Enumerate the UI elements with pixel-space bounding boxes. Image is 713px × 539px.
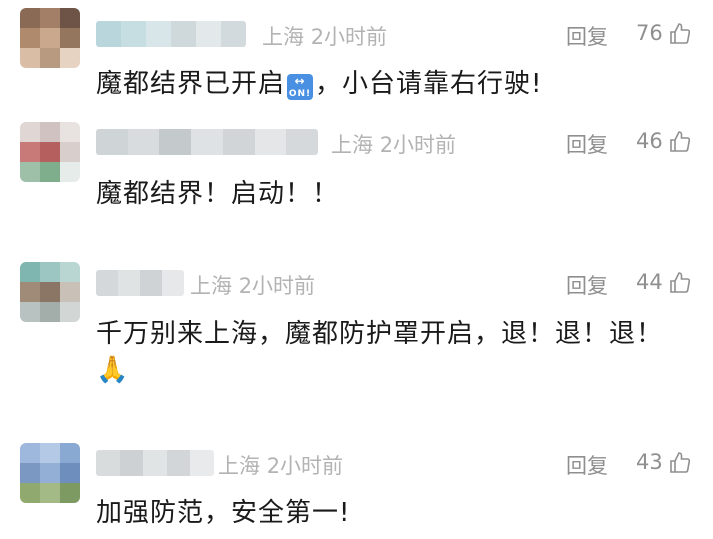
username-blurred[interactable] xyxy=(96,270,184,296)
comment-meta: 上海 2小时前 xyxy=(331,129,456,159)
avatar[interactable] xyxy=(20,443,80,503)
time-label: 2小时前 xyxy=(310,25,388,49)
like-count: 76 xyxy=(636,21,663,45)
badge-label: ON! xyxy=(288,89,312,99)
time-label: 2小时前 xyxy=(238,274,316,298)
comment-text: 魔都结界！启动！！ xyxy=(96,179,340,209)
avatar[interactable] xyxy=(20,8,80,68)
reply-button[interactable]: 回复 xyxy=(566,21,608,51)
comment-text: 加强防范，安全第一! xyxy=(96,498,351,528)
time-label: 2小时前 xyxy=(379,133,457,157)
comment-text-part: ，小台请靠右行驶! xyxy=(315,69,543,99)
avatar[interactable] xyxy=(20,122,80,182)
reply-button[interactable]: 回复 xyxy=(566,450,608,480)
reply-button[interactable]: 回复 xyxy=(566,270,608,300)
comment-meta: 上海 2小时前 xyxy=(218,450,343,480)
thumbs-up-icon[interactable] xyxy=(668,451,692,475)
comment-text: 千万别来上海，魔都防护罩开启，退！退！退！ xyxy=(96,319,664,349)
location-label: 上海 xyxy=(190,274,232,298)
comment-meta: 上海 2小时前 xyxy=(262,21,387,51)
username-blurred[interactable] xyxy=(96,129,318,155)
location-label: 上海 xyxy=(262,25,304,49)
on-arrow-badge-icon: ↔ ON! xyxy=(287,74,314,100)
location-label: 上海 xyxy=(331,133,373,157)
thumbs-up-icon[interactable] xyxy=(668,271,692,295)
like-count: 43 xyxy=(636,450,663,474)
username-blurred[interactable] xyxy=(96,21,246,47)
comment-meta: 上海 2小时前 xyxy=(190,270,315,300)
time-label: 2小时前 xyxy=(266,454,344,478)
comment-text-part: 魔都结界已开启 xyxy=(96,69,286,99)
username-blurred[interactable] xyxy=(96,450,214,476)
thumbs-up-icon[interactable] xyxy=(668,130,692,154)
like-count: 44 xyxy=(636,270,663,294)
location-label: 上海 xyxy=(218,454,260,478)
emoji: 🙏 xyxy=(96,355,130,385)
avatar[interactable] xyxy=(20,262,80,322)
comment-text: 魔都结界已开启 ↔ ON! ，小台请靠右行驶! xyxy=(96,63,542,100)
like-count: 46 xyxy=(636,129,663,153)
thumbs-up-icon[interactable] xyxy=(668,22,692,46)
reply-button[interactable]: 回复 xyxy=(566,129,608,159)
folded-hands-emoji: 🙏 xyxy=(96,355,129,385)
